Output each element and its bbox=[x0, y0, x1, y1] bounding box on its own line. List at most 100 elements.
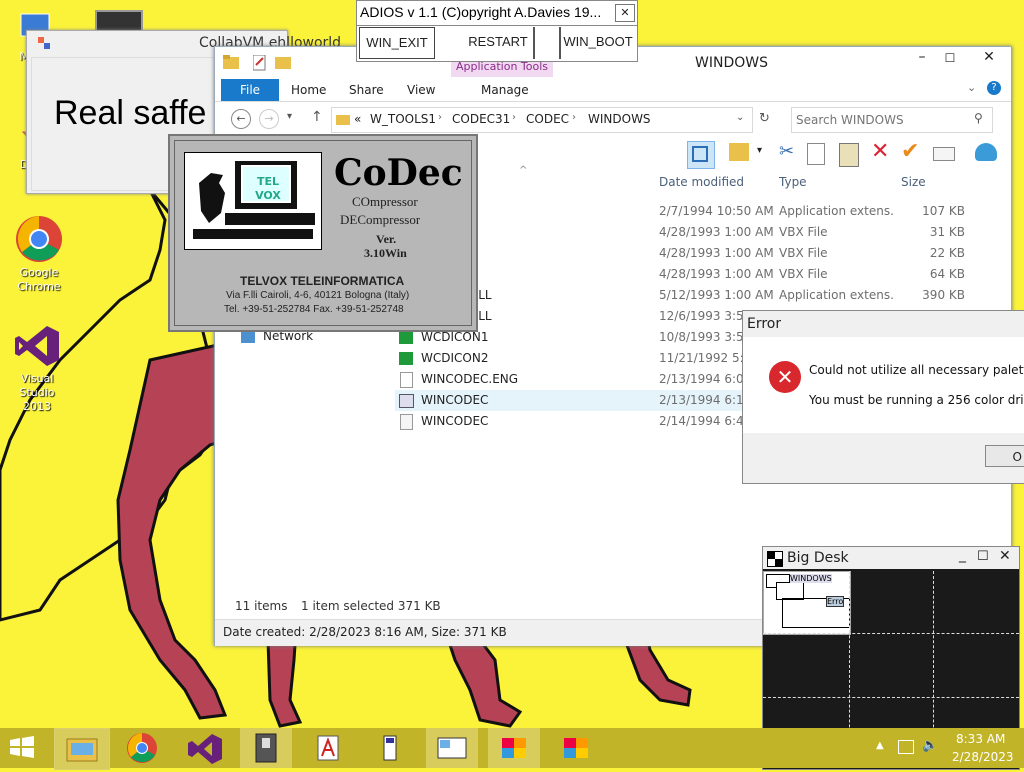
chevron-down-icon[interactable]: ⌄ bbox=[967, 81, 976, 94]
maximize-button[interactable]: ☐ bbox=[937, 51, 963, 73]
bigdesk-titlebar[interactable]: Big Desk _ ☐ ✕ bbox=[763, 547, 1019, 569]
close-button[interactable]: ✕ bbox=[967, 49, 1011, 71]
shell-icon[interactable] bbox=[975, 143, 997, 161]
file-name: WINCODEC bbox=[421, 414, 489, 428]
table-row[interactable]: C 4/28/1993 1:00 AM VBX File 31 KB bbox=[395, 222, 1024, 243]
file-date: 4/28/1993 1:00 AM bbox=[659, 225, 774, 239]
breadcrumb-codec31[interactable]: CODEC31 bbox=[452, 112, 510, 126]
search-input[interactable] bbox=[794, 110, 968, 130]
column-size[interactable]: Size bbox=[901, 175, 926, 189]
mini-error-label: Erro bbox=[826, 596, 845, 607]
breadcrumb-separator: › bbox=[438, 112, 442, 123]
address-bar[interactable]: « W_TOOLS1 › CODEC31 › CODEC › WINDOWS ⌄ bbox=[331, 107, 753, 133]
win-exit-button[interactable]: WIN_EXIT bbox=[359, 27, 435, 59]
up-icon[interactable]: ↑ bbox=[311, 109, 323, 125]
taskbar: ▲ 🔈 8:33 AM 2/28/2023 bbox=[0, 728, 1024, 770]
column-date-modified[interactable]: Date modified bbox=[659, 175, 744, 189]
codec-line2: DECompressor bbox=[340, 212, 421, 227]
tab-manage[interactable]: Manage bbox=[481, 83, 529, 97]
codec-address: Via F.lli Cairoli, 4-6, 40121 Bologna (I… bbox=[226, 290, 410, 301]
search-icon: ⚲ bbox=[974, 111, 983, 125]
file-date: 2/14/1994 6:42 P bbox=[659, 414, 743, 428]
bigdesk-maximize-button[interactable]: ☐ bbox=[977, 549, 989, 564]
file-size: 31 KB bbox=[929, 225, 965, 239]
file-date: 4/28/1993 1:00 AM bbox=[659, 267, 774, 281]
windows-logo-icon bbox=[10, 736, 34, 758]
dropdown-icon[interactable]: ▾ bbox=[757, 145, 762, 156]
network-tray-icon[interactable] bbox=[898, 740, 914, 754]
file-name: WCDICON2 bbox=[421, 351, 489, 365]
properties-icon[interactable] bbox=[253, 55, 267, 71]
taskbar-app-clipboard[interactable] bbox=[364, 728, 416, 768]
codec-title: CoDec bbox=[334, 152, 463, 194]
bigdesk-app-icon bbox=[767, 551, 783, 567]
error-titlebar[interactable]: Error bbox=[743, 311, 1024, 337]
breadcrumb-codec[interactable]: CODEC bbox=[526, 112, 569, 126]
breadcrumb-separator: › bbox=[512, 112, 516, 123]
clock-time[interactable]: 8:33 AM bbox=[956, 732, 1005, 746]
taskbar-app-alpha[interactable] bbox=[302, 728, 354, 768]
column-type[interactable]: Type bbox=[779, 175, 807, 189]
taskbar-explorer[interactable] bbox=[54, 728, 110, 770]
copy-icon[interactable] bbox=[807, 143, 825, 165]
back-icon[interactable]: ← bbox=[231, 109, 251, 129]
error-ok-button[interactable]: O bbox=[985, 445, 1024, 467]
start-button[interactable] bbox=[6, 734, 46, 762]
taskbar-visual-studio[interactable] bbox=[178, 728, 230, 768]
search-box[interactable]: ⚲ bbox=[791, 107, 993, 133]
checkmark-icon[interactable]: ✔ bbox=[901, 139, 919, 164]
adios-close-button[interactable]: ✕ bbox=[615, 4, 635, 22]
new-folder-icon[interactable] bbox=[275, 55, 291, 69]
win-boot-button[interactable]: WIN_BOOT bbox=[559, 27, 635, 59]
bigdesk-minimize-button[interactable]: _ bbox=[959, 547, 966, 563]
taskbar-app-remote[interactable] bbox=[240, 728, 292, 768]
table-row[interactable]: X 4/28/1993 1:00 AM VBX File 64 KB bbox=[395, 264, 1024, 285]
file-size: 390 KB bbox=[922, 288, 965, 302]
clock-date[interactable]: 2/28/2023 bbox=[952, 750, 1014, 764]
taskbar-app-codec[interactable] bbox=[426, 728, 478, 768]
folder-options-icon[interactable] bbox=[729, 143, 749, 161]
tray-show-hidden-icon[interactable]: ▲ bbox=[876, 740, 884, 751]
paste-icon[interactable] bbox=[839, 143, 859, 167]
volume-icon[interactable]: 🔈 bbox=[922, 738, 938, 753]
breadcrumb-overflow[interactable]: « bbox=[354, 112, 361, 126]
table-row[interactable]: C 4/28/1993 1:00 AM VBX File 22 KB bbox=[395, 243, 1024, 264]
table-row[interactable]: DLL 5/12/1993 1:00 AM Application extens… bbox=[395, 285, 1024, 306]
delete-icon[interactable]: ✕ bbox=[871, 139, 889, 164]
adios-titlebar[interactable]: ADIOS v 1.1 (C)opyright A.Davies 19... ✕ bbox=[357, 1, 637, 26]
desktop-icon-chrome[interactable]: Google Chrome bbox=[6, 214, 72, 294]
file-explorer-icon bbox=[66, 738, 98, 762]
desktop-icon-label: Visual Studio 2013 bbox=[19, 372, 55, 413]
codec-phone: Tel. +39-51-252784 Fax. +39-51-252748 bbox=[224, 304, 404, 315]
taskbar-chrome[interactable] bbox=[116, 728, 168, 768]
network-icon bbox=[241, 331, 255, 343]
tab-share[interactable]: Share bbox=[349, 83, 384, 97]
tab-file[interactable]: File bbox=[221, 79, 279, 101]
preview-pane-icon[interactable] bbox=[687, 141, 715, 169]
desktop-icon-label: Google Chrome bbox=[17, 266, 61, 293]
minimize-button[interactable]: – bbox=[909, 49, 935, 71]
breadcrumb-w-tools1[interactable]: W_TOOLS1 bbox=[370, 112, 436, 126]
bigdesk-close-button[interactable]: ✕ bbox=[999, 548, 1011, 564]
taskbar-app-windows-1[interactable] bbox=[488, 728, 540, 768]
chrome-icon bbox=[16, 216, 62, 262]
rename-icon[interactable] bbox=[933, 147, 955, 161]
table-row[interactable]: 2/7/1994 10:50 AM Application extens... … bbox=[395, 201, 1024, 222]
restart-button[interactable]: RESTART bbox=[461, 27, 535, 59]
address-dropdown-icon[interactable]: ⌄ bbox=[736, 112, 744, 123]
tab-home[interactable]: Home bbox=[291, 83, 326, 97]
breadcrumb-windows[interactable]: WINDOWS bbox=[588, 112, 651, 126]
codec-ver-label: Ver. bbox=[376, 232, 397, 246]
file-size: 22 KB bbox=[929, 246, 965, 260]
refresh-icon[interactable]: ↻ bbox=[759, 111, 770, 126]
file-date: 2/13/1994 6:19 P bbox=[659, 393, 743, 407]
tab-view[interactable]: View bbox=[407, 83, 435, 97]
bigdesk-viewport[interactable]: WINDOWS Erro bbox=[763, 571, 851, 635]
cut-icon[interactable]: ✂ bbox=[779, 141, 794, 162]
taskbar-app-windows-2[interactable] bbox=[550, 728, 602, 768]
help-icon[interactable]: ? bbox=[987, 81, 1001, 95]
desktop-icon-visual-studio[interactable]: Visual Studio 2013 bbox=[4, 322, 70, 414]
folder-icon bbox=[336, 115, 350, 125]
forward-icon[interactable]: → bbox=[259, 109, 279, 129]
recent-locations-icon[interactable]: ▾ bbox=[287, 111, 292, 122]
